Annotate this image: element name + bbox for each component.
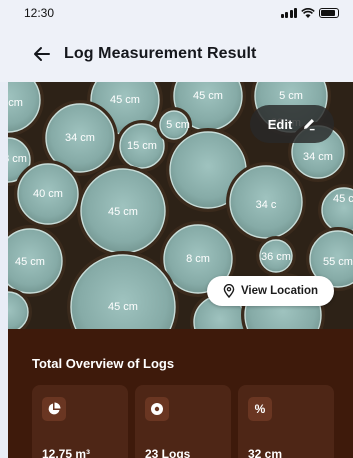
pencil-icon: [304, 119, 315, 131]
log-measurement-label: 34 cm: [65, 132, 95, 144]
log-measurement-label: 45 cm: [108, 206, 138, 218]
log-measurement-label: 5 cm: [279, 90, 303, 102]
log-measurement-label: 8 cm: [186, 253, 210, 265]
log-measurement-label: 55 cm: [323, 256, 353, 268]
log-measurement-label: 5 cm: [166, 119, 190, 131]
volume-value: 12.75 m³: [42, 447, 91, 458]
log-measurement-label: 34 cm: [303, 151, 333, 163]
signal-icon: [280, 8, 297, 18]
overview-section: Total Overview of Logs 12.75 m³ 23 Logs …: [8, 329, 353, 458]
diameter-value: 32 cm: [248, 447, 283, 458]
wifi-icon: [301, 8, 315, 18]
log-measurement-label: 36 cm: [261, 251, 291, 263]
log-measurement-label: 15 cm: [127, 140, 157, 152]
pie-chart-icon: [42, 397, 66, 421]
battery-icon: [319, 8, 339, 18]
log-measurement-label: 45 cm: [110, 94, 140, 106]
percent-icon: %: [248, 397, 272, 421]
location-pin-icon: [223, 284, 235, 298]
log-measurement-label: 45 cm: [108, 301, 138, 313]
page-title: Log Measurement Result: [64, 45, 257, 62]
log-measurement-label: 45 cm: [333, 193, 353, 205]
edit-button-label: Edit: [267, 116, 293, 132]
diameter-card: % 32 cm: [238, 385, 334, 458]
view-location-label: View Location: [240, 285, 319, 297]
back-arrow-icon[interactable]: [32, 44, 52, 64]
log-measurement-label: 34 c: [256, 199, 277, 211]
volume-card: 12.75 m³: [32, 385, 128, 458]
view-location-button[interactable]: View Location: [207, 276, 334, 306]
log-measurement-label: 40 cm: [33, 188, 63, 200]
header: Log Measurement Result: [0, 26, 353, 82]
status-time: 12:30: [24, 6, 55, 20]
status-bar: 12:30: [0, 0, 353, 26]
log-count-value: 23 Logs: [145, 447, 191, 458]
overview-title: Total Overview of Logs: [32, 356, 175, 371]
log-measurement-label: 28 cm: [8, 153, 27, 165]
log-circle-icon: [145, 397, 169, 421]
status-icons: [280, 8, 339, 18]
edit-button[interactable]: Edit: [250, 105, 334, 143]
log-count-card: 23 Logs: [135, 385, 231, 458]
log-measurement-label: 45 cm: [193, 90, 223, 102]
log-measurement-label: 45 cm: [8, 97, 23, 109]
log-measurement-label: 45 cm: [15, 256, 45, 268]
